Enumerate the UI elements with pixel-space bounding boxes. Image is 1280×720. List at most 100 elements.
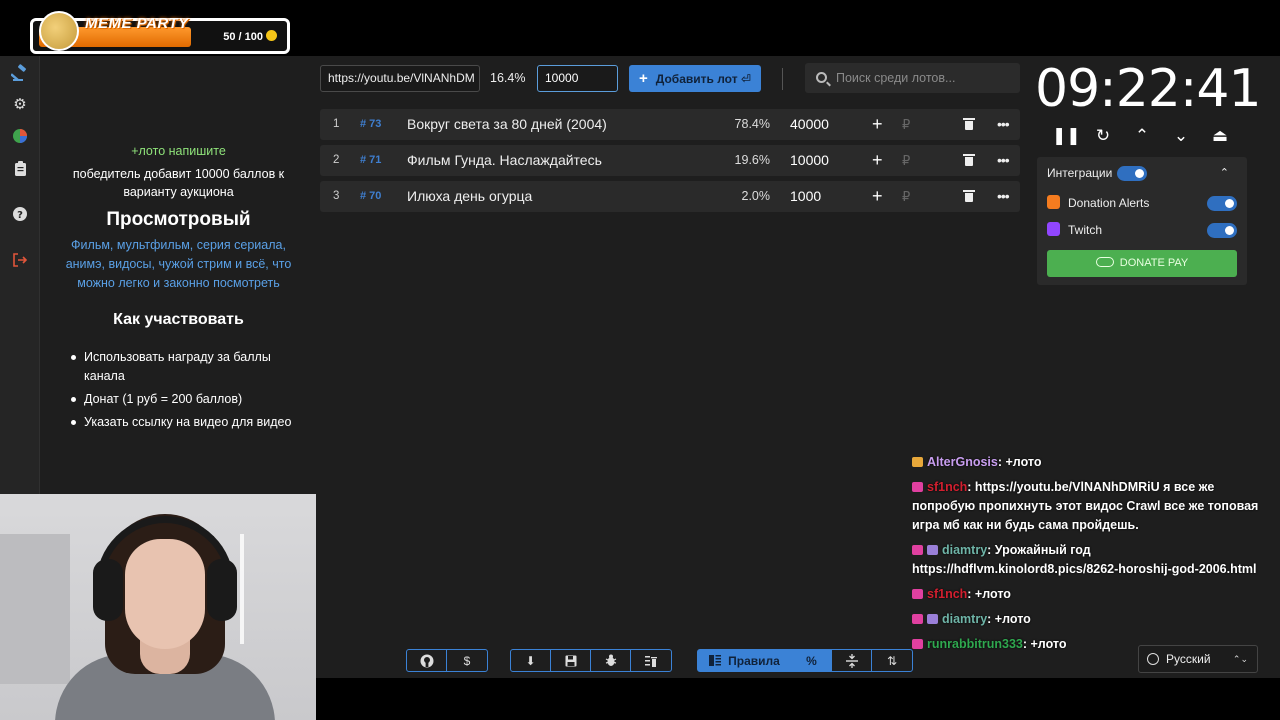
meme-party-badge: MEME PARTY 50 / 100 — [30, 11, 290, 54]
chevron-updown-icon: ⌃⌄ — [1232, 654, 1248, 664]
lot-id[interactable]: # 70 — [360, 181, 381, 212]
trash-icon[interactable] — [963, 118, 975, 130]
help-icon[interactable]: ? — [10, 204, 30, 224]
lot-name[interactable]: Илюха день огурца — [407, 181, 532, 212]
chat-message: sf1nch: https://youtu.be/VlNANhDMRiU я в… — [912, 478, 1267, 535]
lot-amount[interactable]: 1000 — [790, 181, 821, 212]
doge-icon — [39, 11, 79, 51]
pause-icon[interactable]: ❚❚ — [1052, 124, 1081, 148]
donate-pay-icon — [1095, 257, 1114, 267]
headphones-right — [207, 559, 237, 621]
book-icon — [709, 655, 722, 666]
lot-name-input[interactable]: https://youtu.be/VlNANhDM — [320, 65, 480, 92]
chat-message: diamtry: Урожайный год https://hdflvm.ki… — [912, 541, 1267, 579]
bottom-band — [316, 678, 1280, 720]
integrations-toggle[interactable] — [1117, 166, 1147, 181]
download-icon[interactable]: ⬇ — [511, 650, 551, 671]
lot-index: 1 — [333, 118, 340, 130]
bug-icon[interactable] — [591, 650, 631, 671]
chat-message: AlterGnosis: +лото — [912, 453, 1267, 472]
save-icon[interactable] — [551, 650, 591, 671]
eject-icon[interactable]: ⏏ — [1208, 124, 1232, 148]
lot-name[interactable]: Фильм Гунда. Наслаждайтесь — [407, 145, 602, 176]
chat-text: : +лото — [1022, 637, 1067, 651]
add-amount-icon[interactable]: + — [872, 145, 883, 176]
chat-username: sf1nch — [927, 480, 968, 494]
gear-icon[interactable]: ⚙ — [10, 94, 30, 114]
rules-intro: победитель добавит 10000 баллов к вариан… — [72, 167, 285, 199]
logout-icon[interactable] — [10, 250, 30, 270]
sort-icon[interactable]: ⇅ — [872, 650, 912, 671]
search-icon — [816, 72, 827, 83]
compact-icon[interactable] — [832, 650, 872, 671]
table-row[interactable]: 1 # 73 Вокруг света за 80 дней (2004) 78… — [320, 109, 1020, 140]
lot-id[interactable]: # 73 — [360, 109, 381, 140]
chevron-up-icon[interactable]: ⌃ — [1220, 162, 1229, 184]
language-select[interactable]: Русский ⌃⌄ — [1138, 645, 1258, 673]
new-lot-percent: 16.4% — [490, 71, 526, 85]
clipboard-icon[interactable] — [10, 158, 30, 178]
table-row[interactable]: 2 # 71 Фильм Гунда. Наслаждайтесь 19.6% … — [320, 145, 1020, 176]
chat-username: runrabbitrun333 — [927, 637, 1023, 651]
trash-icon[interactable] — [963, 154, 975, 166]
trash-icon[interactable] — [963, 190, 975, 202]
donation-alerts-row: Donation Alerts — [1047, 192, 1237, 214]
ruble-icon[interactable]: ₽ — [902, 109, 910, 140]
twitch-toggle[interactable] — [1207, 223, 1237, 238]
chevron-up-icon[interactable]: ⌃ — [1130, 124, 1154, 148]
integrations-label: Интеграции — [1047, 166, 1113, 180]
list-item: Донат (1 руб = 200 баллов) — [67, 390, 302, 409]
github-icon[interactable] — [407, 650, 447, 671]
dollar-icon[interactable]: $ — [447, 650, 487, 671]
lot-amount[interactable]: 10000 — [790, 145, 829, 176]
auction-timer: 09:22:41 — [1035, 59, 1262, 119]
table-row[interactable]: 3 # 70 Илюха день огурца 2.0% 1000 + ₽ •… — [320, 181, 1020, 212]
add-amount-icon[interactable]: + — [872, 109, 883, 140]
lot-index: 3 — [333, 190, 340, 202]
language-label: Русский — [1166, 652, 1211, 666]
lot-index: 2 — [333, 154, 340, 166]
percent-icon[interactable]: % — [792, 650, 832, 671]
donation-alerts-icon — [1047, 195, 1060, 209]
more-icon[interactable]: ••• — [997, 109, 1010, 140]
integrations-header[interactable]: Интеграции ⌃ — [1047, 162, 1237, 184]
lot-amount-input[interactable]: 10000 — [537, 65, 618, 92]
rules-description: Фильм, мультфильм, серия сериала, анимэ,… — [65, 238, 292, 290]
more-icon[interactable]: ••• — [997, 181, 1010, 212]
svg-text:?: ? — [17, 210, 23, 221]
how-heading: Как участвовать — [113, 311, 244, 328]
donation-alerts-label: Donation Alerts — [1068, 196, 1150, 210]
donation-alerts-toggle[interactable] — [1207, 196, 1237, 211]
chevron-down-icon[interactable]: ⌄ — [1169, 124, 1193, 148]
chat-message: diamtry: +лото — [912, 610, 1267, 629]
integrations-panel: Интеграции ⌃ Donation Alerts Twitch DONA… — [1037, 157, 1247, 285]
ruble-icon[interactable]: ₽ — [902, 181, 910, 212]
gavel-icon[interactable] — [10, 63, 30, 83]
badge-count: 50 / 100 — [223, 30, 277, 43]
add-lot-label: Добавить лот ⏎ — [655, 71, 751, 86]
donate-pay-button[interactable]: DONATE PAY — [1047, 250, 1237, 277]
lot-id[interactable]: # 71 — [360, 145, 381, 176]
crown-badge-icon — [912, 457, 923, 467]
headphones-left — [93, 559, 123, 621]
search-input[interactable]: Поиск среди лотов... — [805, 63, 1020, 93]
pie-chart-icon[interactable] — [10, 126, 30, 146]
rules-label: Правила — [728, 653, 780, 668]
webcam-light-strip — [240, 534, 244, 644]
webcam-background — [0, 534, 70, 684]
clear-lots-icon[interactable] — [631, 650, 671, 671]
links-group: $ — [406, 649, 488, 672]
add-lot-button[interactable]: + Добавить лот ⏎ — [629, 65, 761, 92]
add-amount-icon[interactable]: + — [872, 181, 883, 212]
more-icon[interactable]: ••• — [997, 145, 1010, 176]
reset-icon[interactable]: ↻ — [1091, 124, 1115, 148]
twitch-label: Twitch — [1068, 223, 1103, 237]
lot-name[interactable]: Вокруг света за 80 дней (2004) — [407, 109, 607, 140]
chat-text: : +лото — [967, 587, 1011, 601]
rules-heading: Просмотровый — [106, 209, 251, 230]
rules-button[interactable]: Правила — [698, 650, 792, 671]
ruble-icon[interactable]: ₽ — [902, 145, 910, 176]
lot-amount[interactable]: 40000 — [790, 109, 829, 140]
search-placeholder: Поиск среди лотов... — [836, 71, 956, 85]
chat-username: AlterGnosis — [927, 455, 998, 469]
